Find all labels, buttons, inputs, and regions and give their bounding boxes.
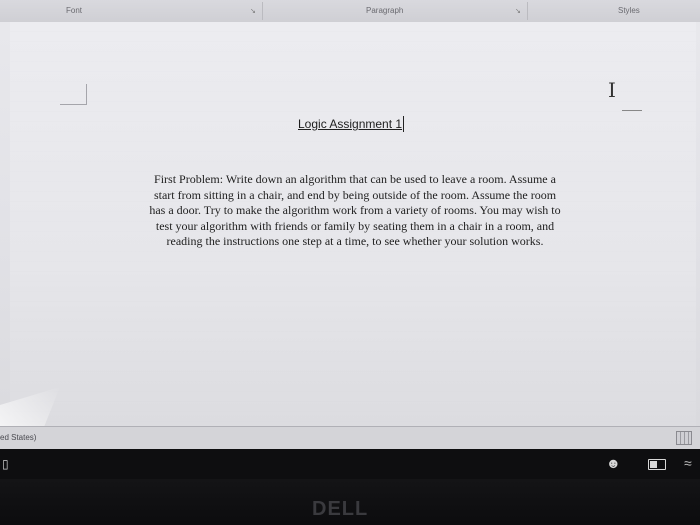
body-line: First Problem: Write down an algorithm t…: [154, 172, 556, 186]
body-line: reading the instructions one step at a t…: [166, 234, 544, 248]
body-line: has a door. Try to make the algorithm wo…: [149, 203, 561, 217]
body-line: start from sitting in a chair, and end b…: [153, 187, 557, 202]
ibeam-cursor-icon: I: [608, 78, 616, 102]
ribbon-divider: [262, 2, 263, 20]
language-indicator[interactable]: ed States): [0, 433, 36, 442]
window-icon[interactable]: ▯: [2, 457, 9, 471]
margin-corner-mark: [60, 84, 87, 105]
wifi-icon[interactable]: ≈: [684, 455, 692, 471]
document-page[interactable]: I Logic Assignment 1 First Problem: Writ…: [10, 22, 696, 426]
ribbon-group-paragraph-label: Paragraph: [366, 6, 404, 15]
ribbon-group-labels: Font ↘ Paragraph ↘ Styles: [0, 0, 700, 23]
document-body[interactable]: First Problem: Write down an algorithm t…: [110, 172, 600, 250]
taskbar: ▯ ☻ ≈: [0, 449, 700, 479]
cursor-underline: [622, 110, 642, 111]
ribbon-group-font-label: Font: [66, 6, 83, 15]
document-workspace[interactable]: I Logic Assignment 1 First Problem: Writ…: [0, 22, 700, 447]
status-bar: ed States): [0, 426, 700, 449]
people-icon[interactable]: ☻: [606, 455, 621, 471]
read-mode-view-icon[interactable]: [676, 431, 692, 445]
battery-icon[interactable]: [648, 459, 666, 470]
brand-logo: DELL: [312, 498, 369, 520]
screen: Font ↘ Paragraph ↘ Styles I Logic Assign…: [0, 0, 700, 525]
document-title[interactable]: Logic Assignment 1: [298, 117, 402, 131]
ribbon-divider: [527, 2, 528, 20]
paragraph-dialog-launcher-icon[interactable]: ↘: [515, 7, 521, 15]
body-line: test your algorithm with friends or fami…: [155, 218, 555, 233]
text-caret: [403, 116, 404, 132]
font-dialog-launcher-icon[interactable]: ↘: [250, 7, 256, 15]
ribbon-group-styles-label: Styles: [618, 6, 640, 15]
